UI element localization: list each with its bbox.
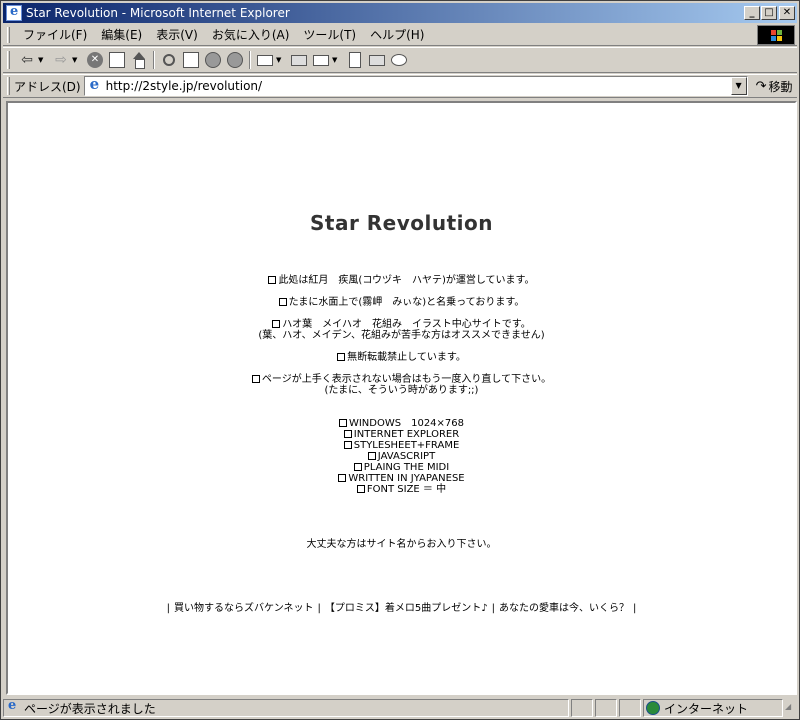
page-viewport[interactable]: Star Revolution 此処は紅月 疾風(コウヅキ ハヤテ)が運営してい… <box>6 101 797 695</box>
go-arrow-icon: ↷ <box>755 78 767 94</box>
security-zone-panel[interactable]: インターネット <box>643 699 783 717</box>
footer-link[interactable]: 【プロミス】着メロ5曲プレゼント♪ <box>325 603 488 614</box>
page-done-icon <box>6 698 20 715</box>
print-icon[interactable] <box>289 50 309 70</box>
standard-toolbar: ⇦ ▼ ⇨ ▼ ✕ ▼ ▼ <box>3 47 797 73</box>
back-dropdown-icon[interactable]: ▼ <box>38 56 46 64</box>
browser-window: Star Revolution - Microsoft Internet Exp… <box>0 0 800 720</box>
footer-separator: | <box>317 603 321 614</box>
toolbar-grip[interactable] <box>7 51 10 69</box>
intro-line: たまに水面上で(霧岬 みぃな)と名乗っております。 <box>8 297 795 308</box>
page-icon <box>87 75 103 94</box>
mail-dropdown-icon[interactable]: ▼ <box>276 56 284 64</box>
status-panel <box>571 699 593 717</box>
status-bar: ページが表示されました インターネット ◢ <box>3 698 797 718</box>
windows-flag-icon <box>771 30 783 42</box>
address-label: アドレス(D) <box>14 79 81 94</box>
address-field[interactable]: ▼ <box>83 75 748 96</box>
back-icon[interactable]: ⇦ <box>17 50 37 70</box>
zone-label: インターネット <box>664 701 749 716</box>
menu-file[interactable]: ファイル(F) <box>16 26 94 43</box>
window-controls: _ □ ✕ <box>743 6 795 20</box>
menu-view[interactable]: 表示(V) <box>149 26 205 43</box>
refresh-icon[interactable] <box>107 50 127 70</box>
footer-separator: | <box>633 603 637 614</box>
intro-line: (葉、ハオ、メイデン、花組みが苦手な方はオススメできません) <box>258 330 545 341</box>
toolbar-separator <box>153 51 155 69</box>
intro-line: 此処は紅月 疾風(コウヅキ ハヤテ)が運営しています。 <box>8 275 795 286</box>
env-item: WINDOWS 1024×768 <box>8 418 795 429</box>
status-panel <box>619 699 641 717</box>
intro-line: ハオ葉 メイハオ 花組み イラスト中心サイトです。 <box>8 319 795 330</box>
forward-dropdown-icon[interactable]: ▼ <box>72 56 80 64</box>
intro-line: (たまに、そういう時があります;;) <box>324 385 479 396</box>
enter-instruction: 大丈夫な方はサイト名からお入り下さい。 <box>306 539 497 550</box>
env-item: PLAING THE MIDI <box>8 462 795 473</box>
env-item: INTERNET EXPLORER <box>8 429 795 440</box>
maximize-button[interactable]: □ <box>761 6 777 20</box>
window-title: Star Revolution - Microsoft Internet Exp… <box>26 6 290 20</box>
toolbar-grip[interactable] <box>7 77 10 95</box>
stop-icon[interactable]: ✕ <box>85 50 105 70</box>
status-panel <box>595 699 617 717</box>
address-bar: アドレス(D) ▼ ↷ 移動 <box>3 74 797 98</box>
home-icon[interactable] <box>129 50 149 70</box>
toolbar-grip[interactable] <box>7 26 10 43</box>
windows-logo-throbber <box>757 25 795 45</box>
title-bar[interactable]: Star Revolution - Microsoft Internet Exp… <box>3 3 797 23</box>
close-button[interactable]: ✕ <box>779 6 795 20</box>
edit-icon[interactable] <box>311 50 331 70</box>
menu-tools[interactable]: ツール(T) <box>296 26 363 43</box>
intro-line: 無断転載禁止しています。 <box>8 352 795 363</box>
address-dropdown-icon[interactable]: ▼ <box>730 77 747 95</box>
env-item: FONT SIZE ＝ 中 <box>8 484 795 495</box>
site-title-link[interactable]: Star Revolution <box>8 211 795 235</box>
media-icon[interactable] <box>225 50 245 70</box>
internet-zone-icon <box>646 701 660 715</box>
history-icon[interactable] <box>203 50 223 70</box>
ie-icon[interactable] <box>6 4 22 21</box>
footer-link[interactable]: 買い物するならズバケンネット <box>174 603 314 614</box>
go-label: 移動 <box>768 79 793 94</box>
resize-grip-icon[interactable]: ◢ <box>785 702 797 714</box>
menu-favorites[interactable]: お気に入り(A) <box>205 26 297 43</box>
research-icon[interactable] <box>367 50 387 70</box>
mail-icon[interactable] <box>255 50 275 70</box>
toolbar-separator <box>249 51 251 69</box>
env-item: WRITTEN IN JYAPANESE <box>8 473 795 484</box>
search-icon[interactable] <box>159 50 179 70</box>
footer-links: | 買い物するならズバケンネット | 【プロミス】着メロ5曲プレゼント♪ | あなたの愛車… <box>8 603 795 614</box>
env-item: STYLESHEET+FRAME <box>8 440 795 451</box>
status-text: ページが表示されました <box>24 701 156 716</box>
status-text-panel: ページが表示されました <box>3 698 569 717</box>
intro-line: ページが上手く表示されない場合はもう一度入り直して下さい。 <box>8 374 795 385</box>
footer-link[interactable]: あなたの愛車は今、いくら？ <box>499 603 629 614</box>
discuss-icon[interactable] <box>345 50 365 70</box>
address-input[interactable] <box>105 79 726 93</box>
menu-bar: ファイル(F) 編集(E) 表示(V) お気に入り(A) ツール(T) ヘルプ(… <box>3 24 797 46</box>
minimize-button[interactable]: _ <box>744 6 760 20</box>
env-item: JAVASCRIPT <box>8 451 795 462</box>
footer-separator: | <box>491 603 495 614</box>
go-button[interactable]: ↷ 移動 <box>756 78 793 95</box>
footer-separator: | <box>166 603 170 614</box>
favorites-icon[interactable] <box>181 50 201 70</box>
forward-icon[interactable]: ⇨ <box>51 50 71 70</box>
menu-edit[interactable]: 編集(E) <box>94 26 149 43</box>
messenger-icon[interactable] <box>389 50 409 70</box>
edit-dropdown-icon[interactable]: ▼ <box>332 56 340 64</box>
menu-help[interactable]: ヘルプ(H) <box>363 26 431 43</box>
